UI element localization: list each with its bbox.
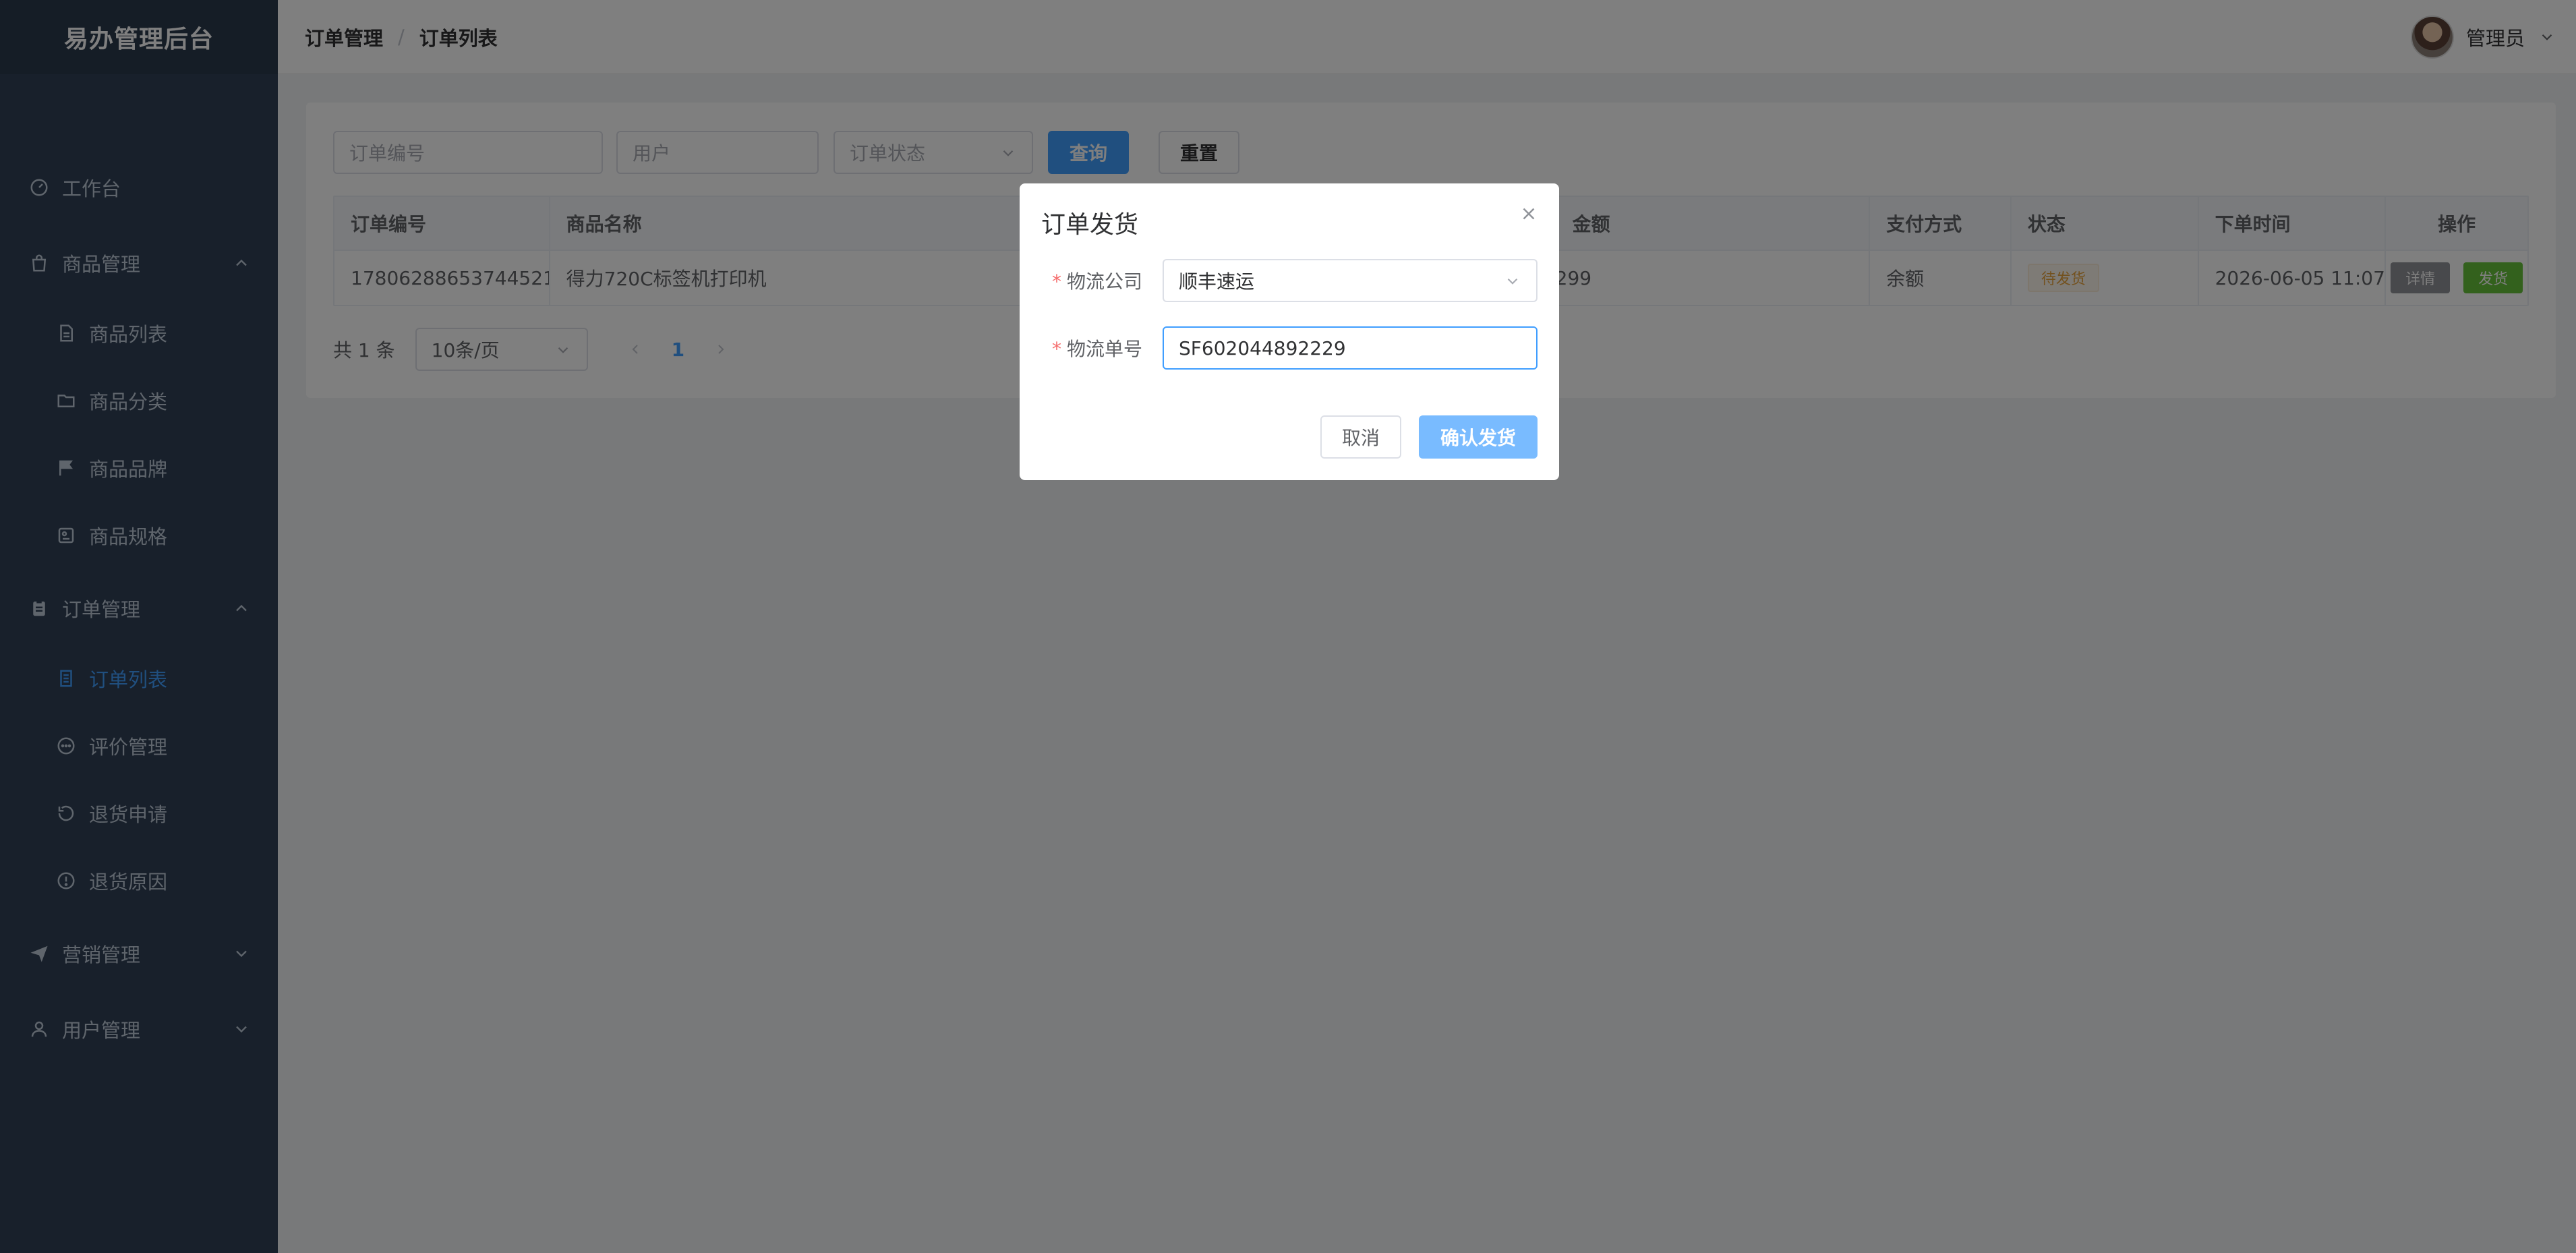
form-row-company: * 物流公司 顺丰速运: [1020, 259, 1559, 302]
dialog-title: 订单发货: [1041, 211, 1139, 239]
tracking-label-text: 物流单号: [1066, 338, 1142, 360]
confirm-ship-button[interactable]: 确认发货: [1419, 415, 1538, 459]
form-row-tracking: * 物流单号 SF602044892229: [1020, 326, 1559, 370]
logistics-company-select[interactable]: 顺丰速运: [1163, 259, 1538, 302]
required-mark: *: [1051, 270, 1061, 293]
tracking-number-value: SF602044892229: [1179, 337, 1346, 359]
tracking-label: * 物流单号: [1020, 334, 1159, 361]
cancel-button[interactable]: 取消: [1320, 415, 1401, 459]
logistics-company-value: 顺丰速运: [1179, 270, 1255, 293]
close-icon[interactable]: [1519, 204, 1539, 224]
company-label: * 物流公司: [1020, 267, 1159, 294]
tracking-number-input[interactable]: SF602044892229: [1163, 326, 1538, 370]
required-mark: *: [1051, 338, 1061, 360]
company-label-text: 物流公司: [1066, 270, 1142, 293]
dialog-footer: 取消 确认发货: [1320, 415, 1538, 459]
chevron-down-icon: [1507, 278, 1518, 285]
ship-order-dialog: 订单发货 * 物流公司 顺丰速运 * 物流单号 SF602044892229 取消 …: [1020, 183, 1559, 480]
